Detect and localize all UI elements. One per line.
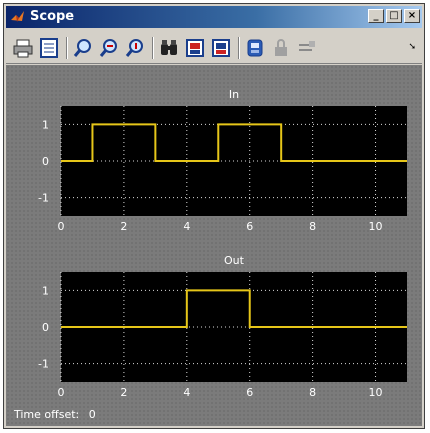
y-tick-label: 0 (42, 155, 49, 168)
restore-axes-icon[interactable] (210, 37, 232, 59)
plot-title: In (229, 88, 239, 101)
plot-area: In 0 2 4 6 8 10 1 0 -1 Out 0 2 4 6 8 10 1 0 -1 Time offset:… (6, 65, 422, 426)
print-icon[interactable] (12, 37, 34, 59)
plot-title: Out (224, 254, 245, 267)
y-tick-label: 1 (42, 118, 49, 131)
scope-plots: In0 2 4 6 8 1010-1Out0 2 4 6 8 1010-1 (38, 88, 407, 399)
x-tick-label: 4 (183, 220, 190, 233)
toolbar-overflow-chevron-icon[interactable]: ➘ (408, 42, 416, 52)
title-bar[interactable]: Scope _ □ × (6, 6, 422, 28)
x-tick-label: 10 (369, 386, 383, 399)
y-tick-label: -1 (38, 358, 49, 371)
signal-selection-icon[interactable] (296, 37, 318, 59)
scope-window: Scope _ □ × ➘ In 0 2 4 6 8 10 1 0 -1 Out… (3, 3, 425, 429)
lock-icon[interactable] (270, 37, 292, 59)
y-tick-label: -1 (38, 192, 49, 205)
x-tick-label: 2 (120, 220, 127, 233)
toolbar-separator (152, 37, 154, 59)
zoom-x-icon[interactable] (98, 37, 120, 59)
x-tick-label: 10 (369, 220, 383, 233)
window-title: Scope (30, 9, 75, 24)
toolbar: ➘ (6, 31, 422, 64)
x-tick-label: 2 (120, 386, 127, 399)
zoom-icon[interactable] (72, 37, 94, 59)
parameters-icon[interactable] (38, 37, 60, 59)
zoom-y-icon[interactable] (124, 37, 146, 59)
x-tick-label: 4 (183, 386, 190, 399)
close-button[interactable]: × (404, 9, 420, 23)
maximize-button[interactable]: □ (386, 9, 402, 23)
x-tick-label: 0 (58, 220, 65, 233)
save-axes-icon[interactable] (184, 37, 206, 59)
x-tick-label: 6 (246, 386, 253, 399)
x-tick-label: 8 (309, 220, 316, 233)
toolbar-separator (66, 37, 68, 59)
x-tick-label: 6 (246, 220, 253, 233)
matlab-icon (11, 11, 24, 22)
autoscale-binoculars-icon[interactable] (158, 37, 180, 59)
time-offset-label: Time offset: (14, 408, 80, 421)
toolbar-separator (238, 37, 240, 59)
y-tick-label: 1 (42, 284, 49, 297)
minimize-button[interactable]: _ (368, 9, 384, 23)
time-offset-value: 0 (88, 408, 96, 421)
floating-scope-icon[interactable] (244, 37, 266, 59)
time-offset-status: Time offset: 0 (14, 408, 96, 421)
y-tick-label: 0 (42, 321, 49, 334)
x-tick-label: 0 (58, 386, 65, 399)
x-tick-label: 8 (309, 386, 316, 399)
